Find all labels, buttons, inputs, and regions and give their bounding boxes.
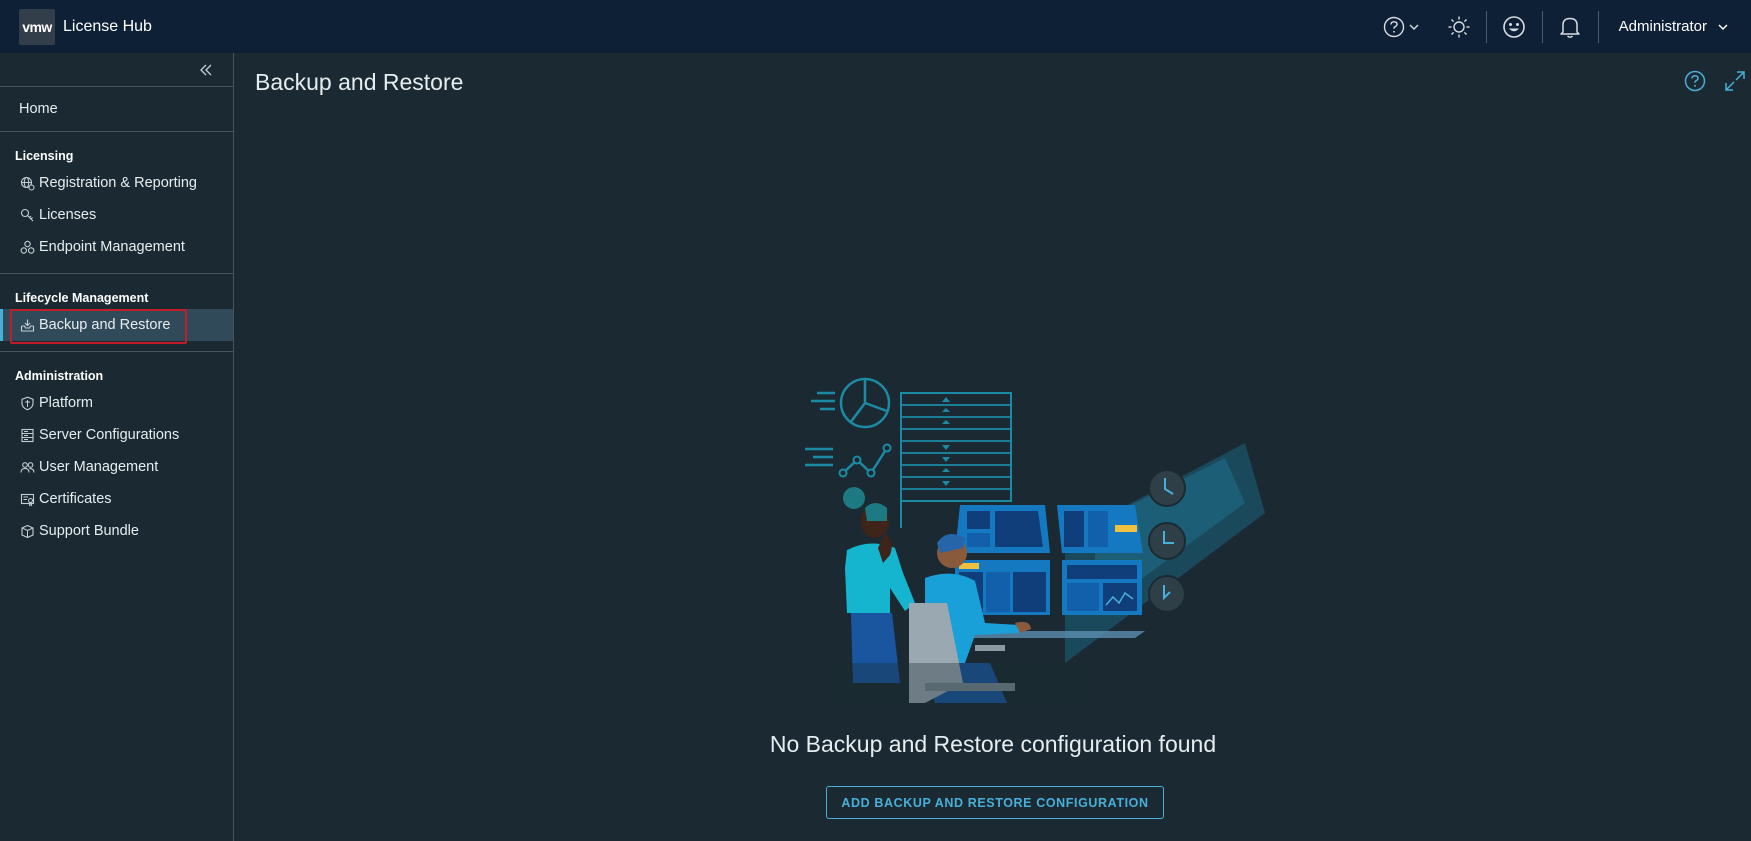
empty-state-message: No Backup and Restore configuration foun… bbox=[769, 731, 1217, 757]
package-icon bbox=[19, 523, 35, 539]
sidebar-collapse-button[interactable] bbox=[195, 59, 217, 81]
page-help-button[interactable] bbox=[1683, 69, 1707, 93]
section-title: Licensing bbox=[15, 149, 74, 163]
section-title: Administration bbox=[15, 369, 104, 383]
page-actions bbox=[1683, 69, 1747, 93]
sidebar-item-support-bundle[interactable]: Support Bundle bbox=[0, 515, 233, 547]
key-icon bbox=[19, 207, 35, 223]
smiley-icon bbox=[1503, 15, 1525, 38]
sidebar-collapse-row bbox=[0, 53, 233, 87]
add-backup-restore-configuration-button[interactable]: ADD BACKUP AND RESTORE CONFIGURATION bbox=[826, 786, 1164, 819]
backup-tray-icon bbox=[19, 317, 35, 333]
vmware-logo[interactable]: vmw bbox=[19, 8, 55, 45]
sidebar-item-label: Platform bbox=[39, 395, 93, 411]
sidebar-item-label: Server Configurations bbox=[39, 427, 180, 443]
sidebar-item-registration-reporting[interactable]: Registration & Reporting bbox=[0, 167, 233, 199]
sidebar: Home Licensing Registration & Reporting … bbox=[0, 53, 234, 841]
sidebar-item-label: User Management bbox=[39, 459, 159, 475]
certificate-icon bbox=[19, 491, 35, 507]
sidebar-item-server-configurations[interactable]: Server Configurations bbox=[0, 419, 233, 451]
sidebar-section-administration: Administration Platform Server Configura… bbox=[0, 352, 233, 557]
header-actions: Administrator bbox=[1372, 0, 1751, 53]
notifications-button[interactable] bbox=[1543, 0, 1598, 53]
sidebar-section-lifecycle-management: Lifecycle Management Backup and Restore bbox=[0, 274, 233, 352]
sidebar-item-certificates[interactable]: Certificates bbox=[0, 483, 233, 515]
sidebar-item-label: Backup and Restore bbox=[39, 317, 171, 333]
expand-icon bbox=[1725, 71, 1745, 91]
user-menu[interactable]: Administrator bbox=[1599, 0, 1751, 53]
help-circle-icon bbox=[1383, 16, 1405, 37]
sidebar-item-label: Endpoint Management bbox=[39, 239, 185, 255]
chevron-down-icon bbox=[1718, 23, 1728, 30]
sidebar-section-licensing: Licensing Registration & Reporting Licen… bbox=[0, 132, 233, 274]
bell-icon bbox=[1560, 17, 1580, 38]
chevron-down-icon bbox=[1409, 24, 1419, 30]
help-circle-icon bbox=[1684, 70, 1706, 92]
users-icon bbox=[19, 459, 35, 475]
sidebar-item-label: Licenses bbox=[39, 207, 97, 223]
sidebar-item-user-management[interactable]: User Management bbox=[0, 451, 233, 483]
sidebar-item-home[interactable]: Home bbox=[0, 87, 233, 132]
user-name: Administrator bbox=[1618, 18, 1707, 35]
main-content: Backup and Restore No Backup and Restore… bbox=[235, 53, 1751, 841]
top-header: vmw License Hub Administrator bbox=[0, 0, 1751, 53]
sidebar-item-label: Support Bundle bbox=[39, 523, 139, 539]
empty-state-illustration bbox=[805, 377, 1265, 703]
app-title[interactable]: License Hub bbox=[63, 18, 152, 36]
sidebar-item-platform[interactable]: Platform bbox=[0, 387, 233, 419]
globe-gear-icon bbox=[19, 175, 35, 191]
server-icon bbox=[19, 427, 35, 443]
double-chevron-left-icon bbox=[200, 64, 212, 76]
sidebar-item-endpoint-management[interactable]: Endpoint Management bbox=[0, 231, 233, 263]
sidebar-item-label: Home bbox=[19, 101, 58, 117]
feedback-button[interactable] bbox=[1487, 0, 1542, 53]
sidebar-item-label: Registration & Reporting bbox=[39, 175, 197, 191]
sidebar-item-licenses[interactable]: Licenses bbox=[0, 199, 233, 231]
sidebar-item-label: Certificates bbox=[39, 491, 112, 507]
nodes-icon bbox=[19, 239, 35, 255]
expand-button[interactable] bbox=[1723, 69, 1747, 93]
sun-icon bbox=[1448, 16, 1470, 37]
theme-toggle-button[interactable] bbox=[1432, 0, 1486, 53]
section-title: Lifecycle Management bbox=[15, 291, 149, 305]
shield-icon bbox=[19, 395, 35, 411]
sidebar-item-backup-restore[interactable]: Backup and Restore bbox=[0, 309, 233, 344]
help-menu-button[interactable] bbox=[1372, 0, 1432, 53]
page-title: Backup and Restore bbox=[255, 69, 464, 95]
